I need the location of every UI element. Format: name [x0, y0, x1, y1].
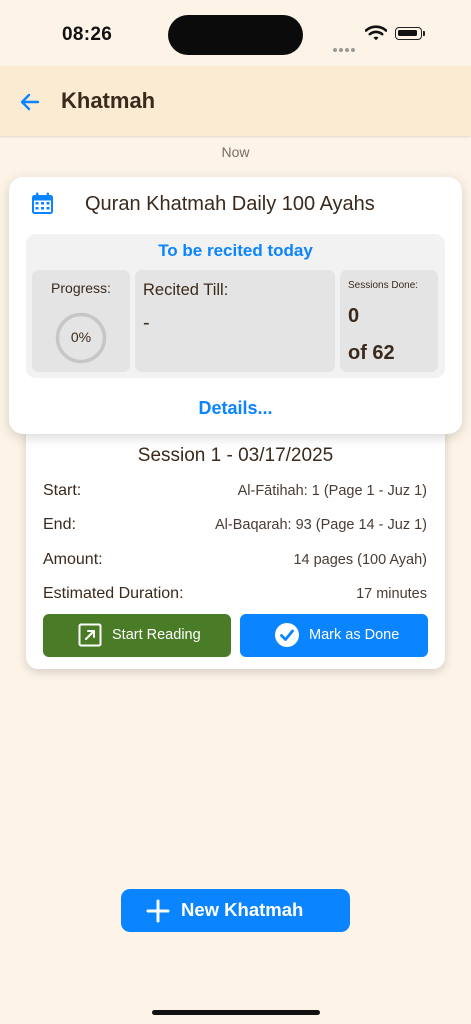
sessions-total: of 62 [348, 342, 395, 364]
row-value: Al-Baqarah: 93 (Page 14 - Juz 1) [215, 517, 427, 533]
start-reading-button[interactable]: Start Reading [43, 614, 231, 657]
session-row-start: Start: Al-Fātihah: 1 (Page 1 - Juz 1) [43, 482, 427, 504]
new-khatmah-label: New Khatmah [181, 899, 304, 920]
sessions-done-count: 0 [348, 305, 360, 327]
details-link[interactable]: Details... [9, 398, 462, 419]
session-row-amount: Amount: 14 pages (100 Ayah) [43, 551, 427, 573]
sessions-done-label: Sessions Done: [348, 280, 419, 291]
mark-as-done-button[interactable]: Mark as Done [240, 614, 428, 657]
recited-till-label: Recited Till: [143, 281, 229, 299]
panel-heading: To be recited today [158, 241, 313, 260]
khatmah-summary-card[interactable]: Quran Khatmah Daily 100 Ayahs To be reci… [9, 177, 462, 434]
session-row-duration: Estimated Duration: 17 minutes [43, 585, 427, 607]
home-indicator[interactable] [152, 1010, 320, 1015]
today-panel: To be recited today Progress: 0% Recited… [26, 234, 445, 378]
sessions-done-box: Sessions Done: 0 of 62 [340, 270, 438, 372]
battery-icon [395, 27, 425, 40]
timestamp-label: Now [221, 144, 250, 160]
session-card: Session 1 - 03/17/2025 Start: Al-Fātihah… [26, 420, 445, 669]
row-label: Start: [43, 482, 82, 499]
progress-value: 0% [70, 329, 92, 345]
khatmah-title: Quran Khatmah Daily 100 Ayahs [85, 193, 375, 215]
status-time: 08:26 [62, 24, 113, 45]
mark-as-done-label: Mark as Done [309, 627, 400, 643]
recited-till-value: - [143, 312, 150, 334]
session-title: Session 1 - 03/17/2025 [137, 445, 334, 466]
dynamic-island [168, 15, 303, 55]
row-label: Amount: [43, 551, 103, 568]
progress-box: Progress: 0% [32, 270, 130, 372]
open-external-icon [78, 623, 102, 647]
cellular-signal-icon [333, 39, 357, 57]
progress-label: Progress: [51, 280, 111, 296]
row-value: Al-Fātihah: 1 (Page 1 - Juz 1) [237, 483, 427, 499]
start-reading-label: Start Reading [112, 627, 201, 643]
wifi-icon [365, 25, 387, 41]
row-value: 17 minutes [356, 586, 427, 602]
status-bar: 08:26 [0, 0, 471, 66]
page-title: Khatmah [61, 88, 156, 113]
row-label: End: [43, 516, 76, 533]
row-label: Estimated Duration: [43, 585, 184, 602]
new-khatmah-button[interactable]: New Khatmah [121, 889, 350, 932]
recited-till-box: Recited Till: - [135, 270, 335, 372]
calendar-icon [32, 192, 53, 214]
app-bar: Khatmah [0, 66, 471, 136]
arrow-left-icon[interactable] [18, 90, 42, 114]
plus-icon [146, 899, 170, 923]
session-row-end: End: Al-Baqarah: 93 (Page 14 - Juz 1) [43, 516, 427, 538]
check-circle-icon [275, 623, 299, 647]
row-value: 14 pages (100 Ayah) [293, 552, 427, 568]
